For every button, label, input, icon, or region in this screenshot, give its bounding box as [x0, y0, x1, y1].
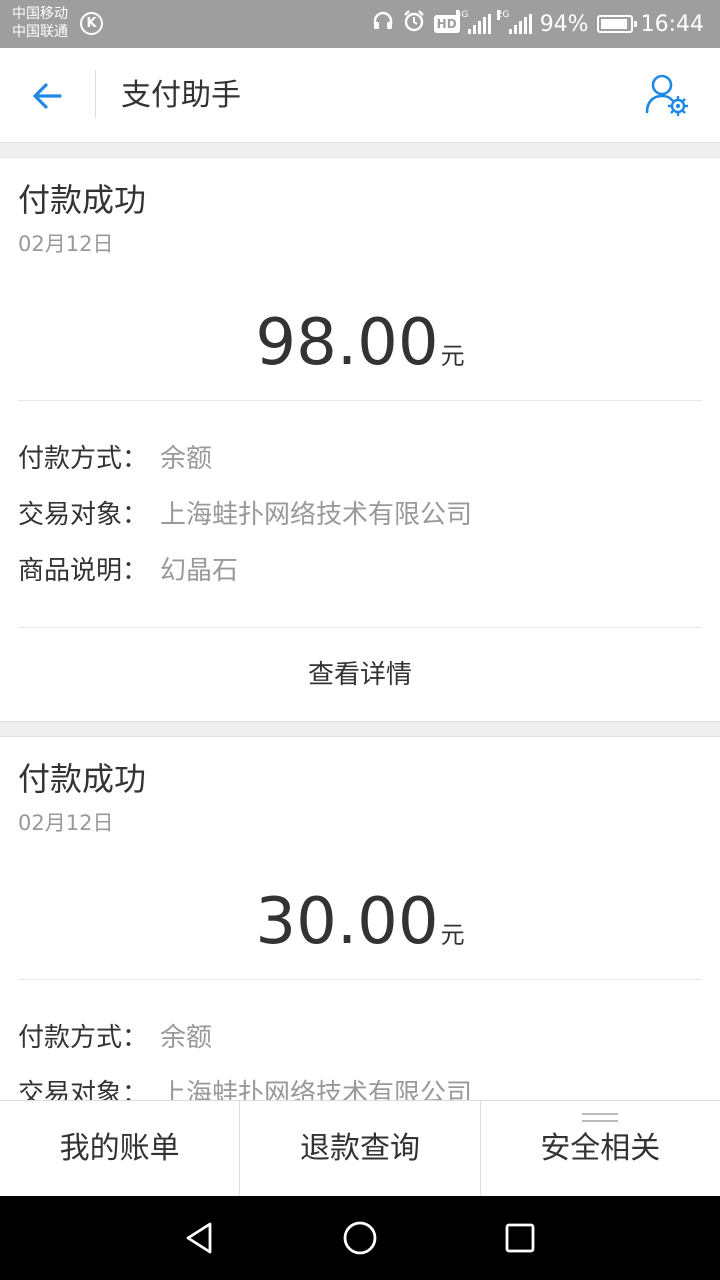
user-settings-button[interactable]	[644, 72, 692, 120]
header-divider	[95, 70, 96, 118]
nav-my-bills[interactable]: 我的账单	[0, 1101, 239, 1196]
carrier-info: 中国移动 中国联通	[12, 5, 68, 41]
payment-status: 付款成功	[18, 760, 147, 798]
field-label: 交易对象	[18, 1079, 123, 1100]
system-back-button[interactable]	[180, 1218, 220, 1258]
alarm-icon	[402, 9, 426, 39]
carrier-2: 中国联通	[12, 24, 68, 40]
payment-card[interactable]: 付款成功 02月12日 30.00元 付款方式： 余额 交易对象： 上海蛙扑网络技术…	[0, 736, 720, 1100]
currency-unit: 元	[440, 921, 465, 949]
headset-icon	[372, 10, 394, 38]
signal-icon: 4G	[455, 10, 491, 34]
recent-square-icon	[505, 1223, 535, 1253]
k-app-icon: K	[80, 12, 103, 35]
payment-amount: 98.00	[255, 306, 439, 380]
payment-date: 02月12日	[18, 232, 114, 256]
arrow-left-icon	[33, 83, 62, 109]
signal-icon: 2G	[496, 10, 532, 34]
nav-security-label: 安全相关	[540, 1131, 661, 1166]
payment-card[interactable]: 付款成功 02月12日 98.00元 付款方式： 余额 交易对象： 上海蛙扑网络技术…	[0, 157, 720, 722]
payment-status: 付款成功	[18, 181, 147, 219]
status-icons: HD 4G 2G 94% 16:44	[372, 0, 704, 48]
clock: 16:44	[640, 11, 704, 37]
network-type-label: 4G	[455, 10, 469, 20]
app-header: 支付助手	[0, 48, 720, 143]
bottom-nav: 我的账单 退款查询 安全相关	[0, 1100, 720, 1196]
back-triangle-icon	[186, 1222, 212, 1254]
divider	[18, 400, 702, 401]
divider	[18, 627, 702, 628]
field-counterparty: 交易对象： 上海蛙扑网络技术有限公司	[18, 498, 472, 532]
currency-unit: 元	[440, 342, 465, 370]
field-label: 交易对象	[18, 500, 123, 530]
status-bar: 中国移动 中国联通 K HD 4G 2G 94% 16:44	[0, 0, 720, 48]
battery-icon	[596, 15, 637, 33]
field-label: 付款方式	[18, 444, 123, 474]
menu-lines-icon	[582, 1113, 619, 1127]
field-value: 幻晶石	[160, 556, 239, 586]
battery-percent: 94%	[539, 11, 589, 37]
battery-level	[600, 19, 627, 29]
payment-feed[interactable]: 付款成功 02月12日 98.00元 付款方式： 余额 交易对象： 上海蛙扑网络技术…	[0, 143, 720, 1100]
nav-security[interactable]: 安全相关	[479, 1101, 720, 1196]
amount-row: 30.00元	[0, 885, 720, 959]
home-circle-icon	[343, 1221, 377, 1255]
payment-date: 02月12日	[18, 811, 114, 835]
field-colon: ：	[122, 556, 149, 586]
field-colon: ：	[122, 500, 149, 530]
back-button[interactable]	[28, 76, 68, 116]
payment-amount: 30.00	[255, 885, 439, 959]
field-label: 商品说明	[18, 556, 123, 586]
field-payment-method: 付款方式： 余额	[18, 1021, 212, 1055]
field-value: 余额	[160, 444, 213, 474]
field-payment-method: 付款方式： 余额	[18, 442, 212, 476]
carrier-1: 中国移动	[12, 6, 68, 22]
network-type-label: 2G	[496, 10, 510, 20]
view-details-link[interactable]: 查看详情	[0, 657, 720, 693]
amount-row: 98.00元	[0, 306, 720, 380]
user-settings-icon	[645, 74, 688, 116]
field-value: 上海蛙扑网络技术有限公司	[160, 1079, 473, 1100]
field-colon: ：	[122, 1079, 149, 1100]
field-label: 付款方式	[18, 1023, 123, 1053]
system-nav-bar	[0, 1196, 720, 1280]
field-colon: ：	[122, 444, 149, 474]
nav-refund-query[interactable]: 退款查询	[239, 1101, 479, 1196]
system-recent-button[interactable]	[500, 1218, 540, 1258]
system-home-button[interactable]	[340, 1218, 380, 1258]
divider	[18, 979, 702, 980]
field-colon: ：	[122, 1023, 149, 1053]
field-counterparty: 交易对象： 上海蛙扑网络技术有限公司	[18, 1077, 472, 1100]
field-value: 上海蛙扑网络技术有限公司	[160, 500, 473, 530]
page-title: 支付助手	[121, 78, 241, 113]
field-value: 余额	[160, 1023, 213, 1053]
field-product-description: 商品说明： 幻晶石	[18, 554, 238, 588]
